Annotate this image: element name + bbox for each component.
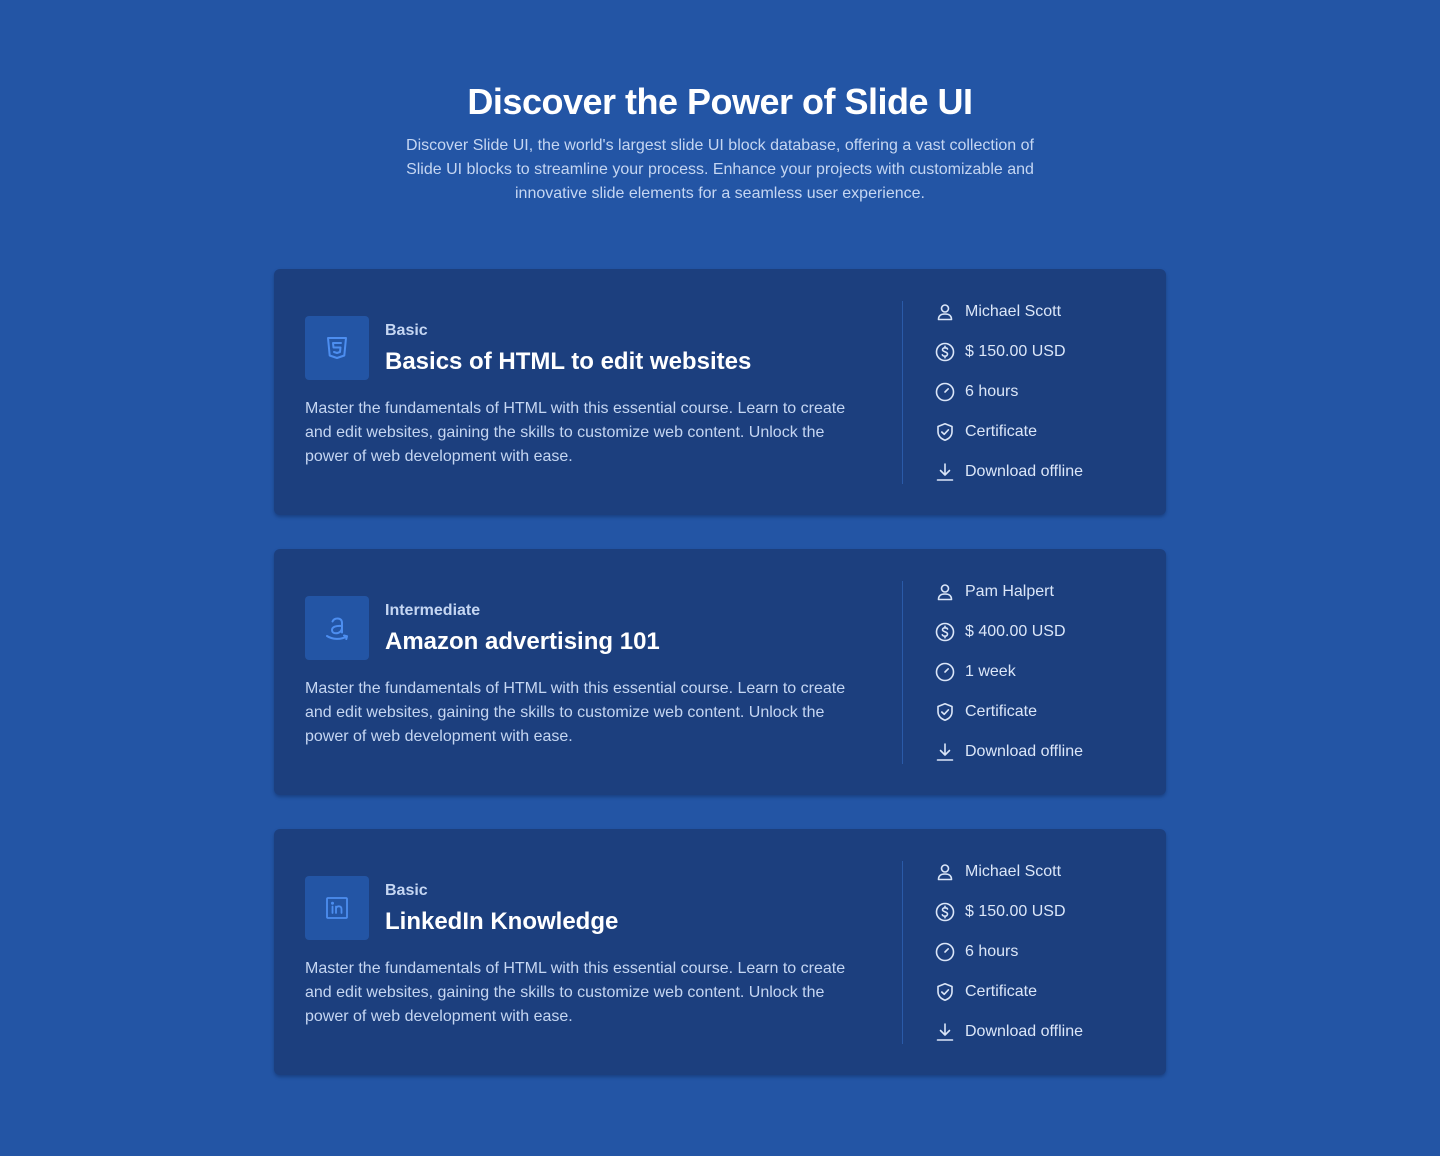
- course-header: Intermediate Amazon advertising 101: [305, 596, 865, 660]
- course-title[interactable]: Basics of HTML to edit websites: [385, 347, 751, 377]
- course-header: Basic Basics of HTML to edit websites: [305, 316, 865, 380]
- meta-instructor: Michael Scott: [935, 860, 1083, 884]
- download-offline-link[interactable]: Download offline: [965, 463, 1083, 481]
- hero-section: Discover the Power of Slide UI Discover …: [0, 80, 1440, 206]
- instructor-name: Pam Halpert: [965, 583, 1054, 600]
- course-certificate: Certificate: [965, 423, 1038, 440]
- meta-instructor: Michael Scott: [935, 300, 1083, 324]
- meta-price: $ 400.00 USD: [935, 620, 1083, 644]
- course-duration: 6 hours: [965, 943, 1019, 960]
- shield-check-icon: [935, 422, 955, 442]
- user-icon: [935, 862, 955, 882]
- page-subtitle: Discover Slide UI, the world's largest s…: [406, 137, 1034, 202]
- meta-duration: 6 hours: [935, 940, 1083, 964]
- instructor-name: Michael Scott: [965, 863, 1062, 880]
- meta-price: $ 150.00 USD: [935, 900, 1083, 924]
- course-price: $ 150.00 USD: [965, 343, 1066, 360]
- meta-download[interactable]: Download offline: [935, 740, 1083, 764]
- meta-download[interactable]: Download offline: [935, 460, 1083, 484]
- clock-icon: [935, 662, 955, 682]
- user-icon: [935, 302, 955, 322]
- course-card[interactable]: Intermediate Amazon advertising 101 Mast…: [274, 549, 1166, 795]
- course-price: $ 400.00 USD: [965, 623, 1066, 640]
- meta-certificate: Certificate: [935, 980, 1083, 1004]
- download-offline-link[interactable]: Download offline: [965, 1023, 1083, 1041]
- course-main: Basic LinkedIn Knowledge Master the fund…: [305, 876, 865, 1029]
- course-level: Intermediate: [385, 602, 481, 619]
- course-heading: Basic Basics of HTML to edit websites: [385, 319, 751, 377]
- card-divider: [902, 581, 903, 764]
- course-meta: Michael Scott $ 150.00 USD 6 hours Certi…: [935, 860, 1083, 1060]
- course-heading: Intermediate Amazon advertising 101: [385, 599, 660, 657]
- shield-check-icon: [935, 702, 955, 722]
- meta-duration: 1 week: [935, 660, 1083, 684]
- course-level: Basic: [385, 882, 428, 899]
- course-price: $ 150.00 USD: [965, 903, 1066, 920]
- dollar-circle-icon: [935, 622, 955, 642]
- course-list: Basic Basics of HTML to edit websites Ma…: [274, 269, 1166, 1109]
- download-icon: [935, 1022, 955, 1042]
- course-card[interactable]: Basic Basics of HTML to edit websites Ma…: [274, 269, 1166, 515]
- amazon-icon: [305, 596, 369, 660]
- course-duration: 1 week: [965, 663, 1016, 680]
- course-main: Basic Basics of HTML to edit websites Ma…: [305, 316, 865, 469]
- dollar-circle-icon: [935, 342, 955, 362]
- clock-icon: [935, 382, 955, 402]
- meta-download[interactable]: Download offline: [935, 1020, 1083, 1044]
- instructor-name: Michael Scott: [965, 303, 1062, 320]
- course-duration: 6 hours: [965, 383, 1019, 400]
- page-title: Discover the Power of Slide UI: [467, 81, 973, 122]
- course-description: Master the fundamentals of HTML with thi…: [305, 960, 846, 1025]
- course-heading: Basic LinkedIn Knowledge: [385, 879, 618, 937]
- page: Discover the Power of Slide UI Discover …: [0, 0, 1440, 1156]
- html5-icon: [305, 316, 369, 380]
- download-icon: [935, 742, 955, 762]
- course-meta: Michael Scott $ 150.00 USD 6 hours Certi…: [935, 300, 1083, 500]
- card-divider: [902, 301, 903, 484]
- course-level: Basic: [385, 322, 428, 339]
- meta-duration: 6 hours: [935, 380, 1083, 404]
- dollar-circle-icon: [935, 902, 955, 922]
- download-icon: [935, 462, 955, 482]
- linkedin-icon: [305, 876, 369, 940]
- course-description: Master the fundamentals of HTML with thi…: [305, 400, 846, 465]
- course-certificate: Certificate: [965, 983, 1038, 1000]
- course-description: Master the fundamentals of HTML with thi…: [305, 680, 846, 745]
- card-divider: [902, 861, 903, 1044]
- meta-certificate: Certificate: [935, 700, 1083, 724]
- clock-icon: [935, 942, 955, 962]
- meta-instructor: Pam Halpert: [935, 580, 1083, 604]
- user-icon: [935, 582, 955, 602]
- meta-price: $ 150.00 USD: [935, 340, 1083, 364]
- course-card[interactable]: Basic LinkedIn Knowledge Master the fund…: [274, 829, 1166, 1075]
- shield-check-icon: [935, 982, 955, 1002]
- course-certificate: Certificate: [965, 703, 1038, 720]
- meta-certificate: Certificate: [935, 420, 1083, 444]
- course-header: Basic LinkedIn Knowledge: [305, 876, 865, 940]
- course-meta: Pam Halpert $ 400.00 USD 1 week Certific…: [935, 580, 1083, 780]
- course-title[interactable]: Amazon advertising 101: [385, 627, 660, 657]
- download-offline-link[interactable]: Download offline: [965, 743, 1083, 761]
- course-main: Intermediate Amazon advertising 101 Mast…: [305, 596, 865, 749]
- course-title[interactable]: LinkedIn Knowledge: [385, 907, 618, 937]
